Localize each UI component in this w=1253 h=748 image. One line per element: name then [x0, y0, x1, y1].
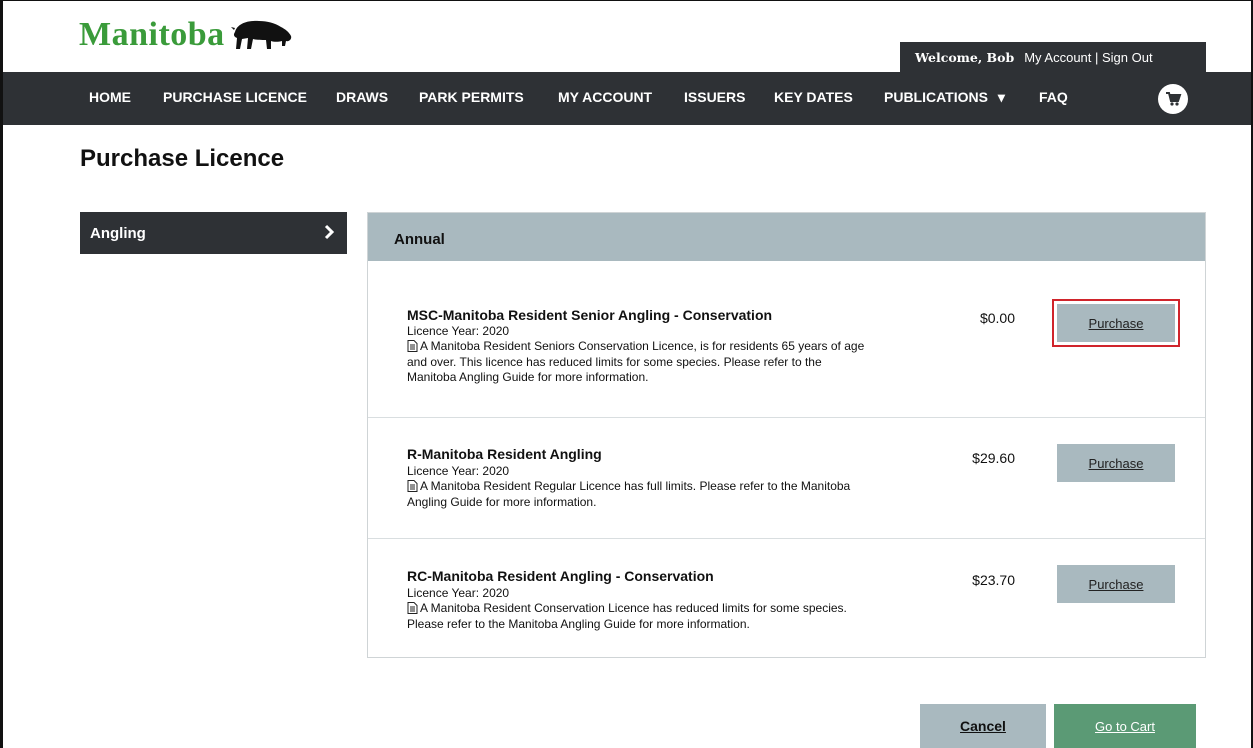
sidebar-item-angling[interactable]: Angling	[80, 212, 347, 254]
licence-price: $23.70	[972, 572, 1015, 588]
document-icon	[407, 340, 418, 352]
manitoba-logo[interactable]: Manitoba	[79, 16, 293, 54]
bison-icon	[230, 20, 291, 49]
page-title: Purchase Licence	[80, 145, 285, 172]
window-border-top	[0, 0, 1253, 1]
welcome-bar: Welcome, Bob My Account | Sign Out	[900, 42, 1206, 72]
cart-icon	[1166, 92, 1182, 106]
licence-row: MSC-Manitoba Resident Senior Angling - C…	[368, 261, 1205, 417]
licence-year: Licence Year: 2020	[407, 324, 510, 338]
purchase-button[interactable]: Purchase	[1057, 565, 1175, 603]
licence-description-text: A Manitoba Resident Conservation Licence…	[407, 601, 847, 631]
go-to-cart-button[interactable]: Go to Cart	[1054, 704, 1196, 748]
licence-description-text: A Manitoba Resident Seniors Conservation…	[407, 339, 865, 384]
licence-description: A Manitoba Resident Seniors Conservation…	[407, 339, 867, 386]
account-links[interactable]: My Account | Sign Out	[1024, 50, 1152, 65]
chevron-right-icon	[324, 224, 335, 240]
licence-row: R-Manitoba Resident Angling Licence Year…	[368, 417, 1205, 538]
go-to-cart-label: Go to Cart	[1095, 718, 1155, 734]
nav-publications-label: PUBLICATIONS	[884, 89, 988, 105]
licence-panel: Annual MSC-Manitoba Resident Senior Angl…	[367, 212, 1206, 658]
licence-year: Licence Year: 2020	[407, 464, 510, 478]
purchase-button[interactable]: Purchase	[1052, 299, 1180, 347]
purchase-button-label: Purchase	[1088, 455, 1144, 471]
licence-description-text: A Manitoba Resident Regular Licence has …	[407, 479, 851, 509]
nav-draws[interactable]: DRAWS	[336, 89, 388, 105]
panel-header-title: Annual	[394, 231, 445, 248]
licence-name: RC-Manitoba Resident Angling - Conservat…	[407, 568, 714, 584]
licence-row: RC-Manitoba Resident Angling - Conservat…	[368, 538, 1205, 657]
licence-name: MSC-Manitoba Resident Senior Angling - C…	[407, 307, 773, 323]
purchase-button-label: Purchase	[1088, 315, 1144, 331]
nav-issuers[interactable]: ISSUERS	[684, 89, 745, 105]
welcome-text: Welcome, Bob	[915, 49, 1015, 65]
chevron-down-icon: ▾	[997, 89, 1005, 105]
licence-description: A Manitoba Resident Regular Licence has …	[407, 479, 867, 510]
licence-name: R-Manitoba Resident Angling	[407, 446, 602, 462]
cart-button[interactable]	[1158, 84, 1188, 114]
sidebar-item-label: Angling	[90, 225, 146, 242]
document-icon	[407, 480, 418, 492]
licence-description: A Manitoba Resident Conservation Licence…	[407, 601, 867, 632]
document-icon	[407, 602, 418, 614]
panel-header: Annual	[368, 213, 1205, 261]
nav-park-permits[interactable]: PARK PERMITS	[419, 89, 524, 105]
licence-price: $0.00	[979, 310, 1015, 326]
nav-home[interactable]: HOME	[89, 89, 131, 105]
nav-my-account[interactable]: MY ACCOUNT	[558, 89, 652, 105]
purchase-button[interactable]: Purchase	[1057, 444, 1175, 482]
nav-key-dates[interactable]: KEY DATES	[774, 89, 853, 105]
nav-purchase-licence[interactable]: PURCHASE LICENCE	[163, 89, 307, 105]
licence-price: $29.60	[972, 450, 1015, 466]
cancel-button[interactable]: Cancel	[920, 704, 1046, 748]
nav-publications[interactable]: PUBLICATIONS ▾	[884, 89, 1005, 106]
purchase-button-label: Purchase	[1088, 576, 1144, 592]
main-nav: HOME PURCHASE LICENCE DRAWS PARK PERMITS…	[3, 72, 1251, 125]
logo-text: Manitoba	[79, 16, 225, 53]
nav-faq[interactable]: FAQ	[1039, 89, 1068, 105]
licence-year: Licence Year: 2020	[407, 586, 510, 600]
cancel-button-label: Cancel	[960, 718, 1006, 734]
